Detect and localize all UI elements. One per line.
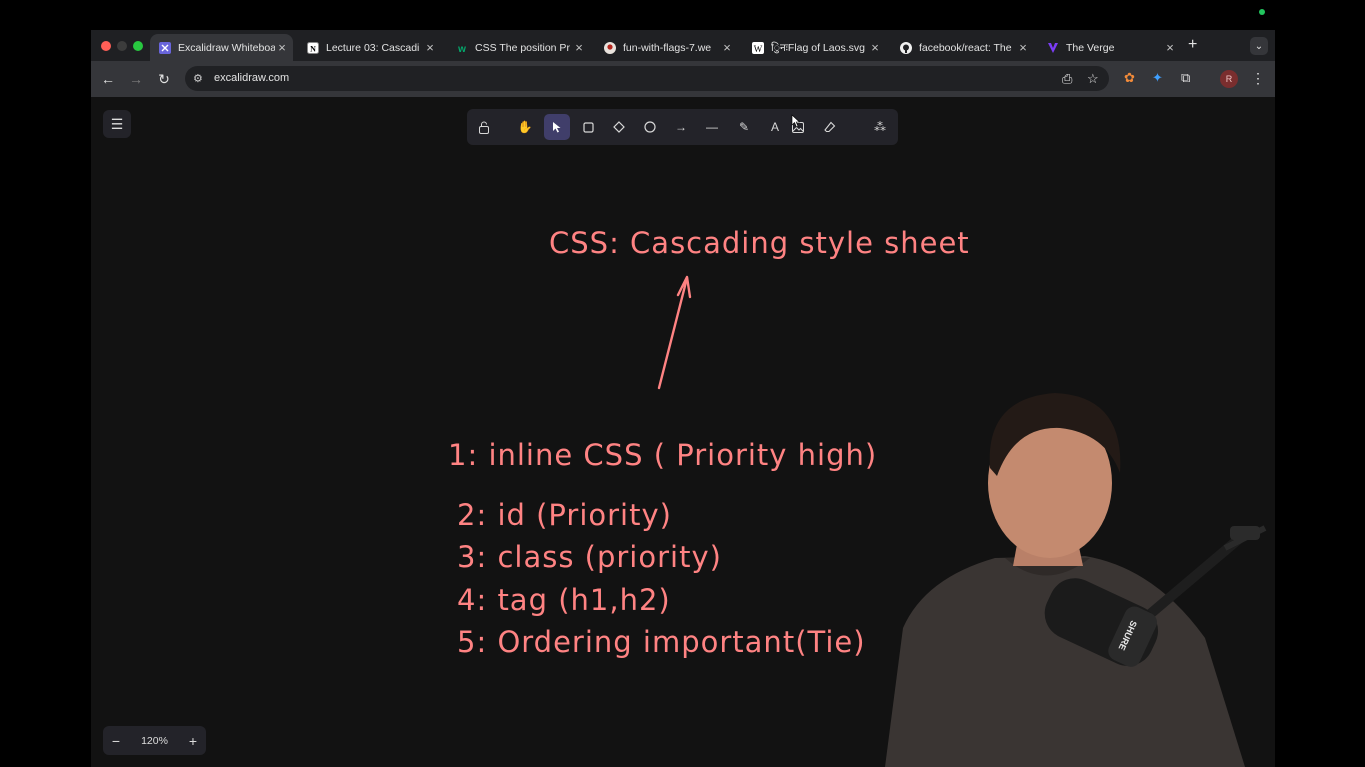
- canvas-heading[interactable]: CSS: Cascading style sheet: [549, 226, 970, 260]
- lock-icon[interactable]: [471, 114, 497, 140]
- shape-toolbar: ✋ → — ✎ A ⁂: [467, 109, 898, 145]
- site-settings-icon[interactable]: ⚙: [193, 72, 203, 85]
- install-app-icon[interactable]: ⎙: [1062, 71, 1072, 87]
- canvas-item-1[interactable]: 1: inline CSS ( Priority high): [448, 438, 877, 472]
- canvas-item-2[interactable]: 2: id (Priority): [457, 498, 672, 532]
- tab-title: CSS The position Pr: [475, 41, 570, 54]
- minimize-window-button[interactable]: [117, 41, 127, 51]
- browser-window: Excalidraw Whiteboa × N Lecture 03: Casc…: [91, 30, 1275, 767]
- notion-icon: N: [307, 41, 319, 54]
- zoom-out-button[interactable]: −: [103, 733, 129, 749]
- tab-title: Lecture 03: Cascadi: [326, 41, 420, 54]
- close-icon[interactable]: ×: [275, 40, 289, 55]
- line-icon[interactable]: —: [699, 114, 725, 140]
- browser-toolbar: ← → ↻ ⚙ excalidraw.com ⎙ ☆ ✿ ✦ ⧉ R ⋮: [91, 61, 1275, 97]
- tab-flag-of-laos[interactable]: W ुिनःFlag of Laos.svg ×: [743, 34, 886, 61]
- url-text: excalidraw.com: [214, 72, 290, 84]
- recording-indicator: [1259, 9, 1265, 15]
- presenter-webcam: SHURE: [885, 393, 1267, 767]
- mouse-cursor-icon: [791, 114, 801, 128]
- tab-title: The Verge: [1066, 41, 1115, 54]
- hand-icon[interactable]: ✋: [512, 114, 538, 140]
- new-tab-button[interactable]: +: [1188, 36, 1197, 54]
- avatar-icon: [604, 41, 616, 54]
- excalidraw-icon: [159, 41, 171, 54]
- arrow-icon[interactable]: →: [668, 114, 694, 140]
- close-icon[interactable]: ×: [423, 40, 437, 55]
- main-menu-icon[interactable]: ☰: [103, 110, 131, 138]
- tab-lecture[interactable]: N Lecture 03: Cascadi ×: [298, 34, 441, 61]
- tab-title: Excalidraw Whiteboa: [178, 41, 275, 54]
- fullscreen-window-button[interactable]: [133, 41, 143, 51]
- zoom-control: − 120% +: [103, 726, 206, 755]
- zoom-level[interactable]: 120%: [129, 735, 180, 747]
- extensions-puzzle-icon[interactable]: ⧉: [1181, 70, 1190, 86]
- tab-facebook-react[interactable]: facebook/react: The ×: [891, 34, 1034, 61]
- tab-bar: Excalidraw Whiteboa × N Lecture 03: Casc…: [91, 30, 1275, 61]
- close-icon[interactable]: ×: [572, 40, 586, 55]
- reload-icon[interactable]: ↻: [155, 70, 173, 88]
- close-icon[interactable]: ×: [1163, 40, 1177, 55]
- close-window-button[interactable]: [101, 41, 111, 51]
- tab-css-position[interactable]: w CSS The position Pr ×: [447, 34, 590, 61]
- address-bar[interactable]: ⚙ excalidraw.com ⎙ ☆: [185, 66, 1109, 91]
- tab-fun-with-flags[interactable]: fun-with-flags-7.we ×: [595, 34, 738, 61]
- svg-text:W: W: [754, 44, 763, 54]
- tab-title: facebook/react: The: [919, 41, 1012, 54]
- canvas-item-3[interactable]: 3: class (priority): [457, 540, 722, 574]
- canvas-arrow[interactable]: [641, 268, 701, 392]
- tab-excalidraw[interactable]: Excalidraw Whiteboa ×: [150, 34, 293, 61]
- close-icon[interactable]: ×: [1016, 40, 1030, 55]
- tab-title: fun-with-flags-7.we: [623, 41, 712, 54]
- browser-menu-icon[interactable]: ⋮: [1251, 70, 1265, 87]
- canvas-item-5[interactable]: 5: Ordering important(Tie): [457, 625, 866, 659]
- verge-icon: [1047, 42, 1059, 54]
- zoom-in-button[interactable]: +: [180, 733, 206, 749]
- svg-text:N: N: [310, 44, 316, 53]
- ellipse-icon[interactable]: [637, 114, 663, 140]
- more-tools-icon[interactable]: ⁂: [867, 114, 893, 140]
- tab-title: ुिनःFlag of Laos.svg: [771, 41, 865, 54]
- github-icon: [900, 41, 912, 54]
- svg-text:w: w: [457, 44, 466, 54]
- close-icon[interactable]: ×: [868, 40, 882, 55]
- wikipedia-icon: W: [752, 41, 764, 54]
- forward-arrow-icon[interactable]: →: [127, 70, 145, 88]
- profile-avatar[interactable]: R: [1220, 70, 1238, 88]
- back-arrow-icon[interactable]: ←: [99, 70, 117, 88]
- pencil-icon[interactable]: ✎: [731, 114, 757, 140]
- eraser-icon[interactable]: [817, 114, 843, 140]
- bookmark-star-icon[interactable]: ☆: [1087, 71, 1099, 87]
- diamond-icon[interactable]: [606, 114, 632, 140]
- tab-search-chevron-icon[interactable]: ⌄: [1250, 37, 1268, 55]
- w3-icon: w: [456, 42, 468, 54]
- rectangle-icon[interactable]: [575, 114, 601, 140]
- extension-icon[interactable]: ✿: [1124, 70, 1135, 86]
- selection-cursor-icon[interactable]: [544, 114, 570, 140]
- close-icon[interactable]: ×: [720, 40, 734, 55]
- canvas-item-4[interactable]: 4: tag (h1,h2): [457, 583, 671, 617]
- tab-the-verge[interactable]: The Verge ×: [1038, 34, 1181, 61]
- extension-icon[interactable]: ✦: [1152, 70, 1163, 86]
